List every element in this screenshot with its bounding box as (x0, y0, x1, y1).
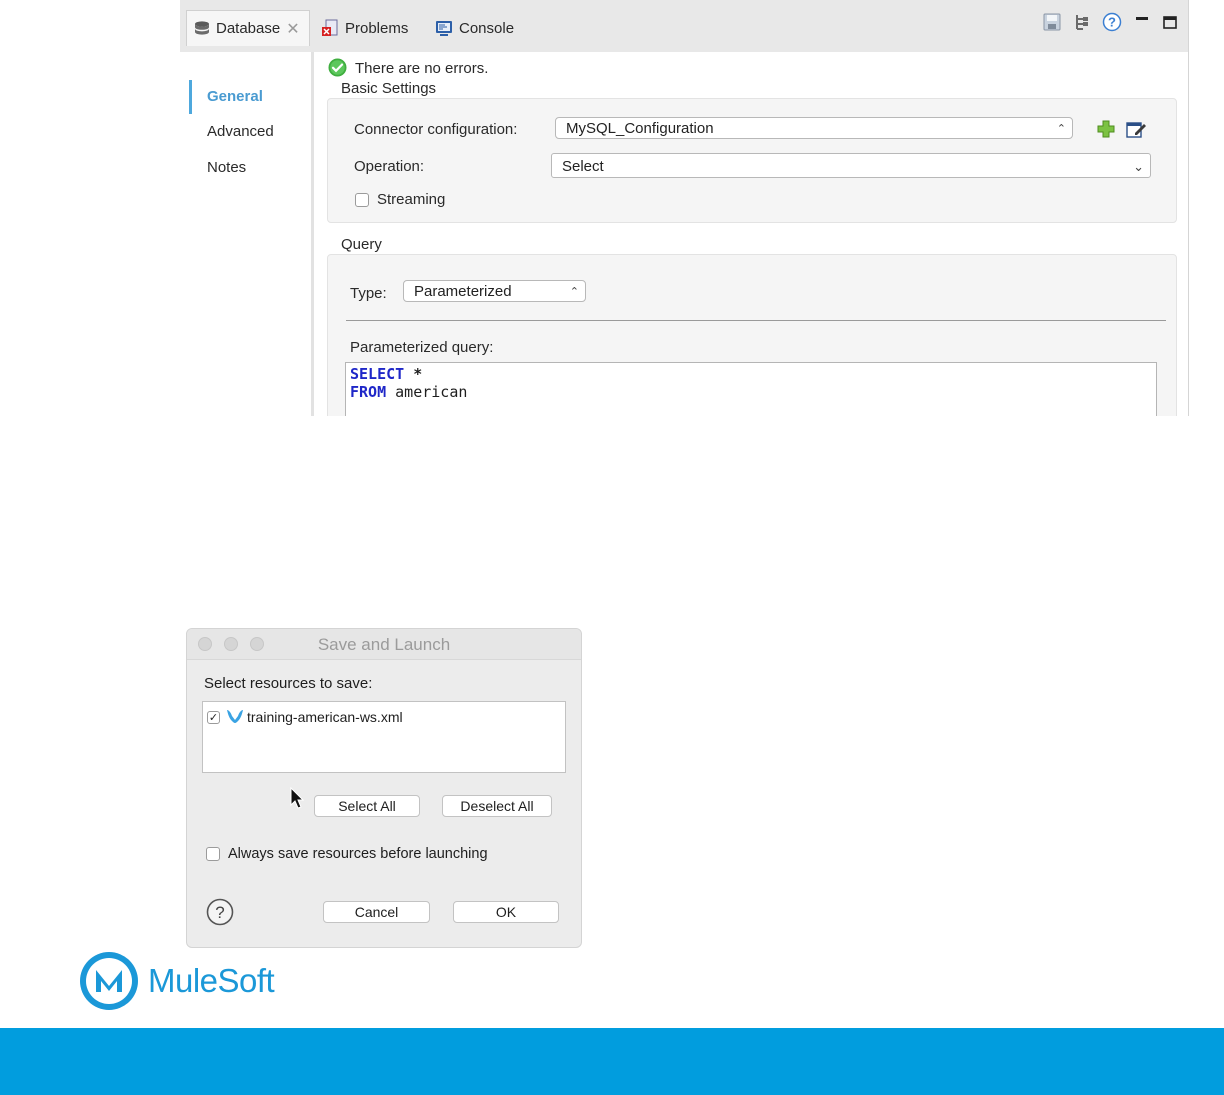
query-editor[interactable]: SELECT * FROM american (345, 362, 1157, 416)
add-config-icon[interactable] (1096, 119, 1116, 144)
problems-icon (320, 18, 340, 38)
sql-text: american (386, 383, 468, 401)
tab-bar: Database ✕ Problems Console ? (180, 0, 1188, 52)
maximize-icon[interactable] (1160, 12, 1180, 32)
always-save-checkbox[interactable] (206, 847, 220, 861)
query-type-value: Parameterized (414, 283, 512, 300)
mule-file-icon (225, 708, 245, 726)
parameterized-query-label: Parameterized query: (350, 339, 494, 356)
nav-general[interactable]: General (189, 80, 317, 114)
mulesoft-logo: MuleSoft (78, 950, 275, 1012)
list-item[interactable]: ✓ training-american-ws.xml (207, 708, 403, 726)
tab-problems[interactable]: Problems (320, 10, 408, 46)
query-group: Type: Parameterized ⌃ Parameterized quer… (327, 254, 1177, 416)
operation-label: Operation: (354, 158, 425, 175)
connector-config-select[interactable]: MySQL_Configuration ⌃ (555, 117, 1073, 139)
mulesoft-logo-icon (78, 950, 140, 1012)
chevron-down-icon: ⌄ (1133, 159, 1144, 174)
nav-advanced[interactable]: Advanced (189, 115, 317, 149)
close-icon[interactable]: ✕ (286, 19, 299, 39)
connector-config-value: MySQL_Configuration (566, 120, 714, 137)
dialog-title: Save and Launch (317, 635, 451, 654)
save-and-launch-dialog: Save and Launch Select resources to save… (186, 628, 582, 948)
tree-icon[interactable] (1073, 12, 1093, 32)
select-resources-label: Select resources to save: (204, 675, 373, 692)
database-icon (193, 20, 211, 38)
basic-settings-title: Basic Settings (341, 80, 437, 97)
always-save-label: Always save resources before launching (228, 846, 488, 862)
footer-band (0, 1028, 1224, 1095)
resource-name: training-american-ws.xml (247, 709, 403, 725)
cancel-button[interactable]: Cancel (323, 901, 430, 923)
connector-config-label: Connector configuration: (354, 121, 518, 138)
minimize-icon[interactable] (1132, 12, 1152, 32)
sql-keyword: FROM (350, 383, 387, 401)
general-settings-content: There are no errors. Basic Settings Conn… (314, 52, 1188, 416)
tab-console[interactable]: Console (434, 10, 514, 46)
status-message: There are no errors. (355, 60, 489, 77)
deselect-all-button[interactable]: Deselect All (442, 795, 552, 817)
query-type-select[interactable]: Parameterized ⌃ (403, 280, 586, 302)
database-editor-panel: Database ✕ Problems Console ? General Ad… (180, 0, 1189, 416)
save-icon[interactable] (1042, 12, 1062, 32)
tab-database-label: Database (216, 20, 281, 37)
svg-text:?: ? (1108, 15, 1116, 30)
separator (346, 320, 1166, 321)
tab-console-label: Console (459, 19, 515, 37)
console-icon (434, 18, 454, 38)
operation-select[interactable]: Select ⌄ (551, 153, 1151, 178)
query-type-label: Type: (350, 285, 387, 302)
streaming-checkbox[interactable] (355, 193, 369, 207)
resource-checkbox[interactable]: ✓ (207, 710, 220, 724)
mouse-cursor-icon (290, 786, 305, 814)
code-line-1: SELECT * (350, 365, 1152, 383)
select-all-button[interactable]: Select All (314, 795, 420, 817)
sql-text: * (404, 365, 423, 383)
help-icon[interactable]: ? (1102, 12, 1122, 32)
tab-database[interactable]: Database ✕ (186, 10, 310, 46)
operation-value: Select (562, 158, 604, 175)
query-title: Query (341, 236, 382, 253)
help-icon[interactable]: ? (206, 898, 234, 931)
sql-keyword: SELECT (350, 365, 405, 383)
ok-button[interactable]: OK (453, 901, 559, 923)
success-icon (328, 58, 347, 82)
edit-config-icon[interactable] (1126, 119, 1148, 144)
code-line-2: FROM american (350, 383, 1152, 401)
stepper-arrows-icon: ⌃ (1056, 123, 1066, 135)
streaming-label: Streaming (377, 191, 446, 208)
basic-settings-group: Connector configuration: MySQL_Configura… (327, 98, 1177, 223)
resource-list: ✓ training-american-ws.xml (202, 701, 566, 773)
brand-name: MuleSoft (148, 962, 275, 999)
nav-notes[interactable]: Notes (189, 151, 317, 185)
svg-text:?: ? (215, 903, 224, 922)
dialog-titlebar: Save and Launch (187, 629, 581, 660)
stepper-arrows-icon: ⌃ (569, 286, 579, 298)
tab-problems-label: Problems (345, 19, 409, 37)
section-nav: General Advanced Notes (180, 52, 314, 416)
